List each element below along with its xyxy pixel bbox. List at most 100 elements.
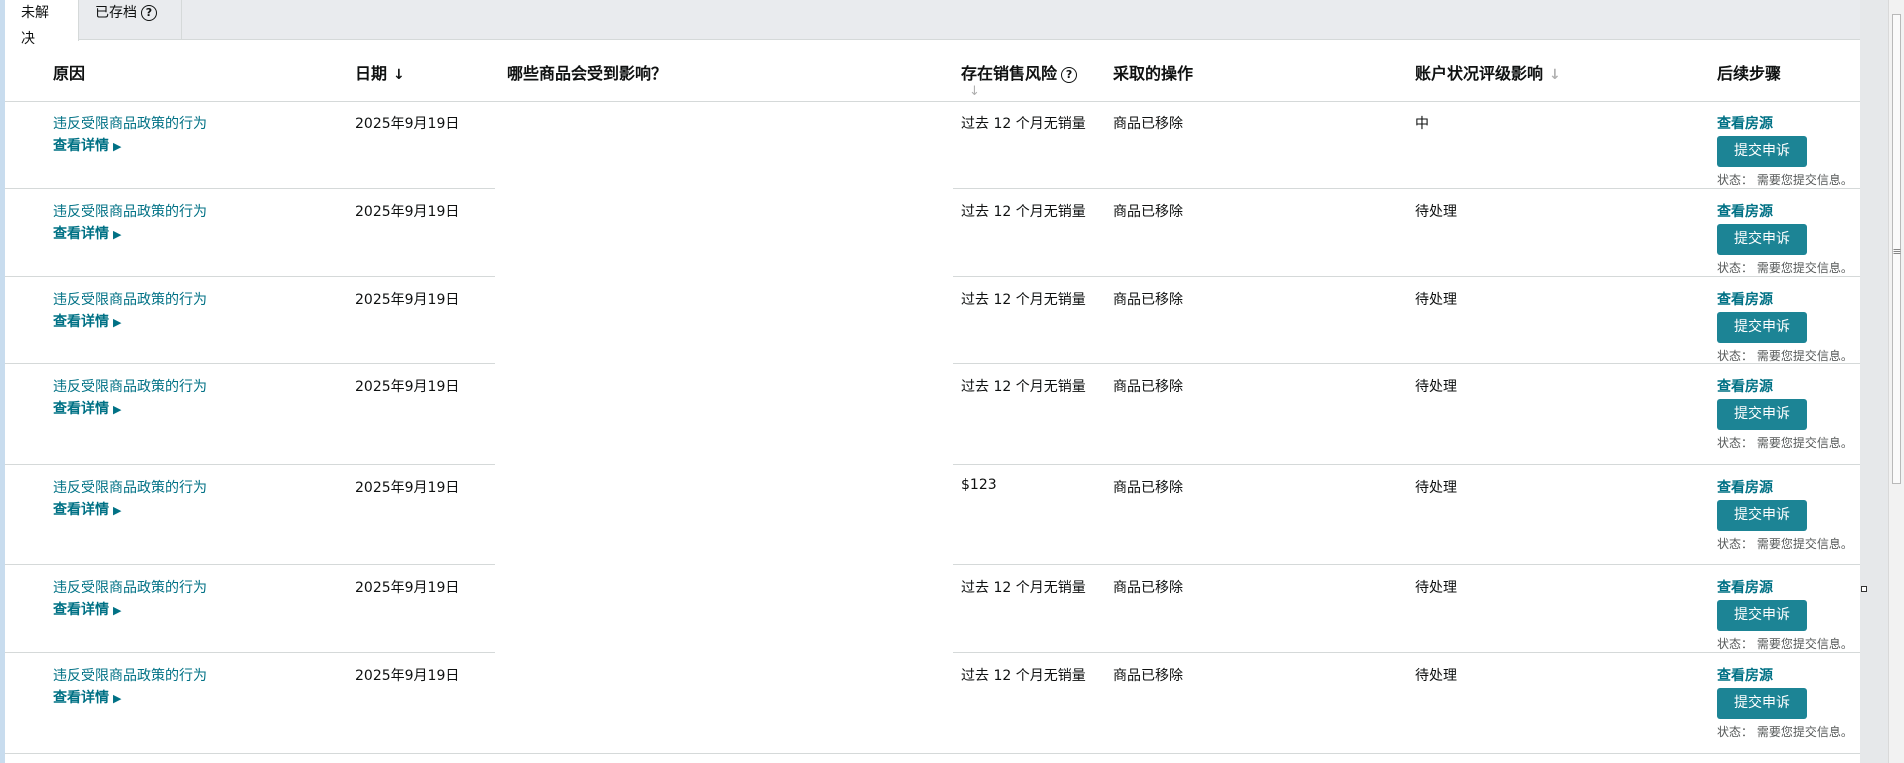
reason-cell: 违反受限商品政策的行为查看详情 ▶: [53, 113, 207, 155]
impact-cell: 待处理: [1415, 580, 1457, 596]
status-text: 状态： 需要您提交信息。: [1717, 537, 1853, 551]
grip-icon: ≡: [1892, 245, 1902, 258]
status-text: 状态： 需要您提交信息。: [1717, 637, 1853, 651]
column-header-action: 采取的操作: [1113, 60, 1193, 84]
risk-cell: 过去 12 个月无销量: [961, 292, 1086, 308]
row-divider: [953, 652, 1860, 653]
triangle-right-icon: ▶: [113, 403, 122, 416]
tab-archived-label: 已存档: [95, 5, 137, 21]
reason-cell: 违反受限商品政策的行为 查看详情 ▶: [53, 577, 207, 619]
tab-bar: 未解决 已存档?: [5, 0, 1860, 47]
risk-cell: 过去 12 个月无销量: [961, 379, 1086, 395]
status-text: 状态： 需要您提交信息。: [1717, 173, 1853, 187]
action-cell: 商品已移除: [1113, 668, 1183, 684]
help-icon[interactable]: ?: [141, 5, 157, 21]
view-details-link[interactable]: 查看详情 ▶: [53, 223, 121, 243]
column-header-affected: 哪些商品会受到影响？: [507, 60, 667, 84]
view-details-link[interactable]: 查看详情 ▶: [53, 135, 121, 155]
view-details-link[interactable]: 查看详情 ▶: [53, 687, 121, 707]
action-cell: 商品已移除: [1113, 204, 1183, 220]
row-divider: [5, 564, 495, 565]
action-cell: 商品已移除: [1113, 292, 1183, 308]
reason-cell: 违反受限商品政策的行为查看详情 ▶: [53, 376, 207, 418]
impact-cell: 中: [1415, 116, 1429, 132]
tab-archived[interactable]: 已存档?: [79, 0, 182, 40]
view-listing-link[interactable]: 查看房源: [1717, 289, 1853, 309]
reason-link[interactable]: 违反受限商品政策的行为: [53, 477, 207, 497]
row-divider: [5, 276, 495, 277]
column-header-reason: 原因: [53, 60, 85, 84]
tab-unresolved[interactable]: 未解决: [5, 0, 79, 47]
triangle-right-icon: ▶: [113, 692, 122, 705]
impact-cell: 待处理: [1415, 292, 1457, 308]
triangle-right-icon: ▶: [113, 228, 122, 241]
view-details-label: 查看详情: [53, 226, 109, 242]
submit-appeal-button[interactable]: 提交申诉: [1717, 399, 1807, 430]
column-header-date[interactable]: 日期 ↓: [355, 60, 405, 84]
date-cell: 2025年9月19日: [355, 480, 460, 496]
view-listing-link[interactable]: 查看房源: [1717, 477, 1853, 497]
row-divider: [953, 188, 1860, 189]
submit-appeal-button[interactable]: 提交申诉: [1717, 500, 1807, 531]
view-listing-link[interactable]: 查看房源: [1717, 201, 1853, 221]
help-icon[interactable]: ?: [1061, 67, 1078, 83]
reason-link[interactable]: 违反受限商品政策的行为: [53, 376, 207, 396]
column-header-date-label: 日期: [355, 64, 388, 83]
impact-cell: 待处理: [1415, 204, 1457, 220]
view-details-label: 查看详情: [53, 502, 109, 518]
next-steps-cell: 查看房源提交申诉状态： 需要您提交信息。: [1717, 376, 1853, 451]
date-cell: 2025年9月19日: [355, 292, 460, 308]
reason-cell: 违反受限商品政策的行为查看详情 ▶: [53, 201, 207, 243]
status-text: 状态： 需要您提交信息。: [1717, 261, 1853, 275]
column-header-next: 后续步骤: [1717, 60, 1781, 84]
sort-down-icon[interactable]: ↓: [393, 67, 405, 83]
view-details-link[interactable]: 查看详情 ▶: [53, 398, 121, 418]
view-details-label: 查看详情: [53, 314, 109, 330]
next-steps-cell: 查看房源 提交申诉 状态： 需要您提交信息。: [1717, 289, 1853, 364]
submit-appeal-button[interactable]: 提交申诉: [1717, 312, 1807, 343]
view-details-link[interactable]: 查看详情 ▶: [53, 599, 121, 619]
reason-link[interactable]: 违反受限商品政策的行为: [53, 289, 207, 309]
submit-appeal-button[interactable]: 提交申诉: [1717, 688, 1807, 719]
reason-cell: 违反受限商品政策的行为 查看详情 ▶: [53, 289, 207, 331]
status-text: 状态： 需要您提交信息。: [1717, 436, 1853, 450]
view-details-label: 查看详情: [53, 602, 109, 618]
impact-cell: 待处理: [1415, 668, 1457, 684]
column-header-next-label: 后续步骤: [1717, 64, 1782, 83]
view-details-label: 查看详情: [53, 401, 109, 417]
view-details-label: 查看详情: [53, 138, 109, 154]
reason-link[interactable]: 违反受限商品政策的行为: [53, 201, 207, 221]
reason-cell: 违反受限商品政策的行为 查看详情 ▶: [53, 665, 207, 707]
table-header: 原因 日期 ↓ 哪些商品会受到影响？ 存在销售风险? ↓ 采取的操作 账户状况评级…: [5, 40, 1860, 102]
column-header-risk-label: 存在销售风险: [961, 64, 1058, 83]
view-listing-link[interactable]: 查看房源: [1717, 577, 1853, 597]
column-header-risk[interactable]: 存在销售风险?: [961, 60, 1078, 84]
view-details-link[interactable]: 查看详情 ▶: [53, 311, 121, 331]
view-details-link[interactable]: 查看详情 ▶: [53, 499, 121, 519]
risk-cell: 过去 12 个月无销量: [961, 580, 1086, 596]
column-header-impact-label: 账户状况评级影响: [1415, 64, 1544, 83]
risk-cell: 过去 12 个月无销量: [961, 668, 1086, 684]
column-header-impact[interactable]: 账户状况评级影响 ↓: [1415, 60, 1561, 84]
table-bottom-divider: [5, 753, 1860, 754]
vertical-scrollbar[interactable]: ≡: [1888, 0, 1904, 763]
action-cell: 商品已移除: [1113, 480, 1183, 496]
view-listing-link[interactable]: 查看房源: [1717, 376, 1853, 396]
reason-link[interactable]: 违反受限商品政策的行为: [53, 665, 207, 685]
next-steps-cell: 查看房源提交申诉状态： 需要您提交信息。: [1717, 201, 1853, 276]
row-divider: [5, 363, 495, 364]
submit-appeal-button[interactable]: 提交申诉: [1717, 600, 1807, 631]
view-listing-link[interactable]: 查看房源: [1717, 665, 1853, 685]
resize-handle[interactable]: [1861, 586, 1867, 592]
impact-cell: 待处理: [1415, 480, 1457, 496]
reason-link[interactable]: 违反受限商品政策的行为: [53, 577, 207, 597]
submit-appeal-button[interactable]: 提交申诉: [1717, 136, 1807, 167]
submit-appeal-button[interactable]: 提交申诉: [1717, 224, 1807, 255]
date-cell: 2025年9月19日: [355, 580, 460, 596]
sort-down-icon[interactable]: ↓: [1549, 67, 1561, 83]
action-cell: 商品已移除: [1113, 379, 1183, 395]
triangle-right-icon: ▶: [113, 140, 122, 153]
reason-link[interactable]: 违反受限商品政策的行为: [53, 113, 207, 133]
sort-down-icon[interactable]: ↓: [969, 84, 980, 99]
view-listing-link[interactable]: 查看房源: [1717, 113, 1853, 133]
